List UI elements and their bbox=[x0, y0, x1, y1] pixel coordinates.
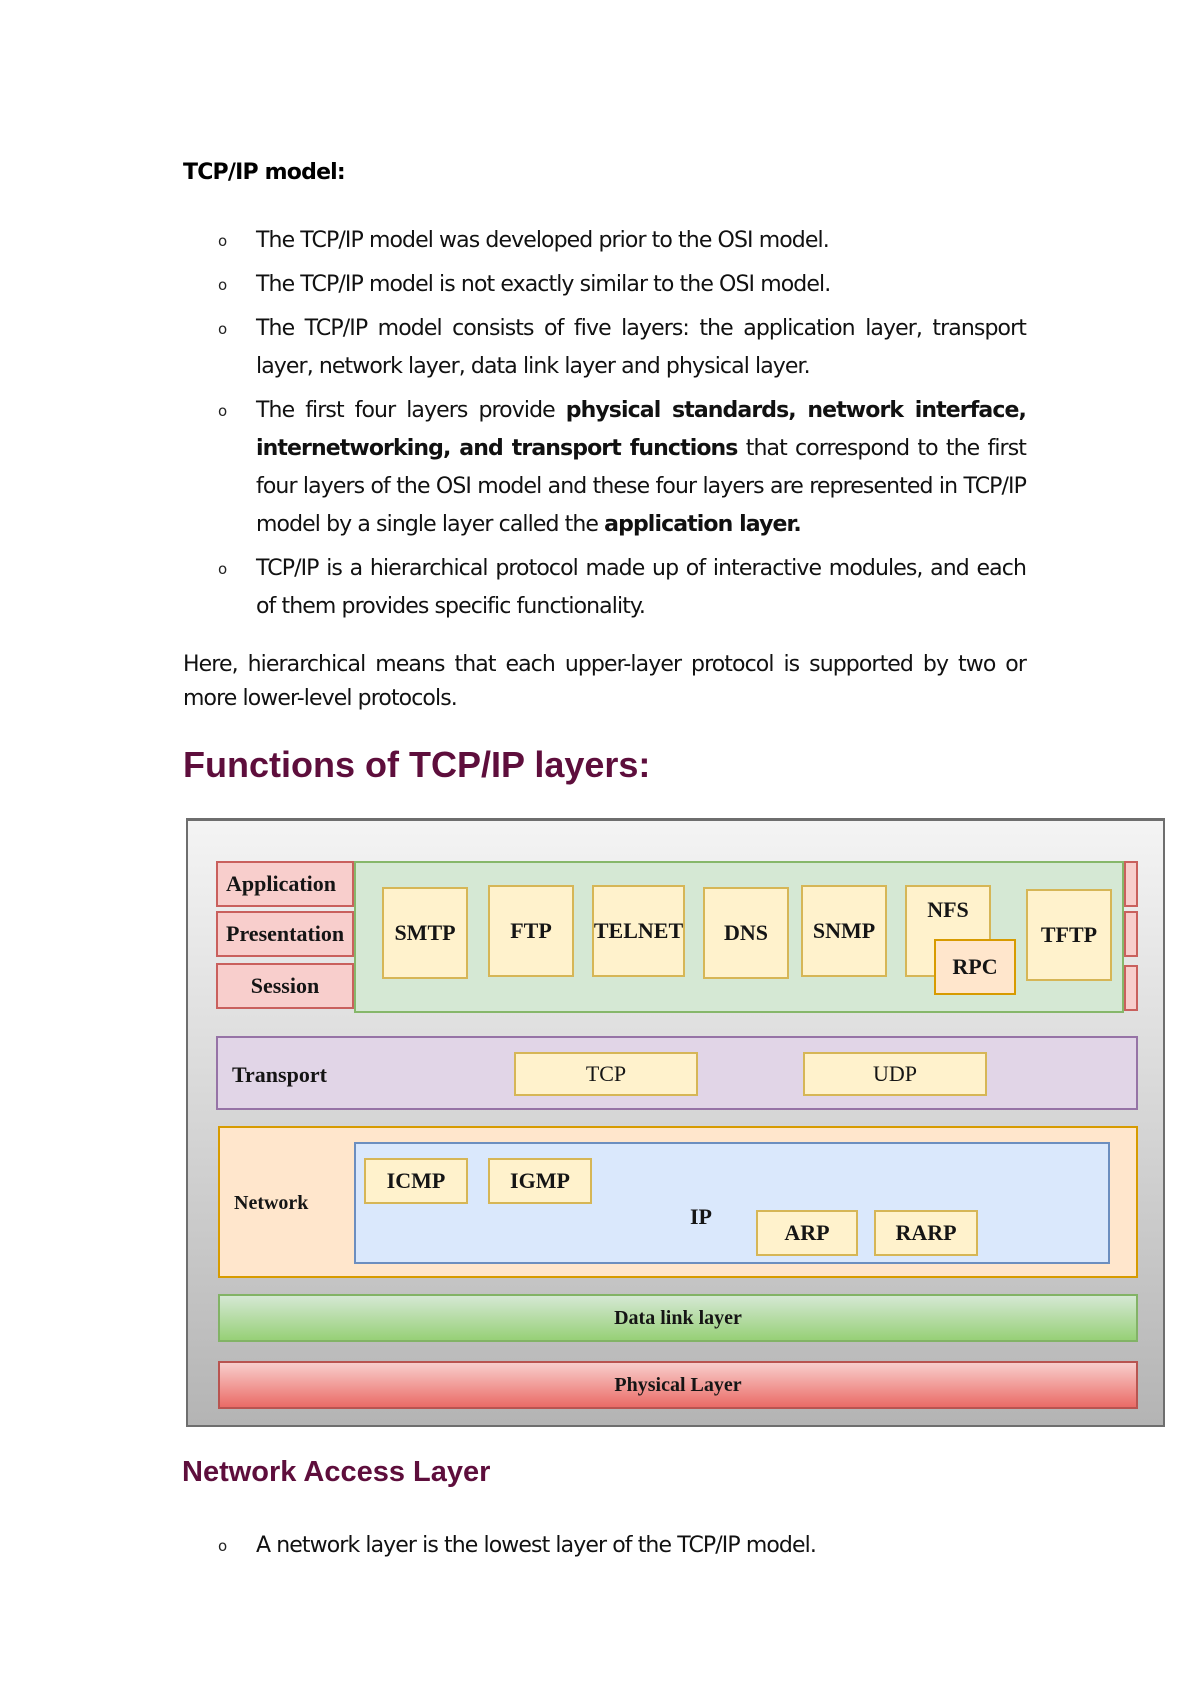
protocol-label: TELNET bbox=[593, 918, 684, 943]
protocol-udp: UDP bbox=[803, 1052, 987, 1096]
network-access-title: Network Access Layer bbox=[182, 1456, 491, 1488]
list-item: o TCP/IP is a hierarchical protocol made… bbox=[218, 550, 1027, 626]
protocol-label: ARP bbox=[784, 1220, 830, 1245]
side-tab bbox=[1124, 911, 1138, 957]
bullet-text-part: The first four layers provide bbox=[256, 398, 566, 423]
list-item: o The TCP/IP model is not exactly simila… bbox=[218, 266, 1026, 304]
transport-layer-panel: Transport TCP UDP bbox=[216, 1036, 1138, 1110]
ip-panel: ICMP IGMP IP ARP RARP bbox=[354, 1142, 1110, 1264]
protocol-label: RARP bbox=[895, 1220, 957, 1245]
protocol-label: SMTP bbox=[394, 920, 456, 945]
network-access-bullet-list: o A network layer is the lowest layer of… bbox=[218, 1527, 1026, 1565]
transport-label: Transport bbox=[232, 1062, 327, 1087]
protocol-label: FTP bbox=[510, 918, 552, 943]
bullet-bold-text: application layer. bbox=[604, 512, 802, 537]
section-heading: TCP/IP model: bbox=[183, 160, 346, 185]
protocol-icmp: ICMP bbox=[364, 1158, 468, 1204]
protocol-rpc: RPC bbox=[934, 939, 1016, 995]
protocol-label: DNS bbox=[723, 920, 768, 945]
protocol-snmp: SNMP bbox=[801, 885, 887, 977]
side-tab bbox=[1124, 861, 1138, 907]
network-layer-panel: Network ICMP IGMP IP ARP RARP bbox=[218, 1126, 1138, 1278]
osi-label-application: Application bbox=[216, 861, 354, 907]
protocol-smtp: SMTP bbox=[382, 887, 468, 979]
bullet-icon: o bbox=[218, 320, 227, 338]
protocol-label: TCP bbox=[585, 1061, 627, 1086]
bullet-text: The TCP/IP model consists of five layers… bbox=[256, 316, 1027, 379]
data-link-label: Data link layer bbox=[614, 1306, 742, 1329]
tcpip-layers-diagram: Application Presentation Session SMTP FT… bbox=[186, 818, 1165, 1427]
protocol-tcp: TCP bbox=[514, 1052, 698, 1096]
network-label: Network bbox=[234, 1192, 309, 1214]
protocol-label: IGMP bbox=[510, 1168, 570, 1193]
list-item: o The TCP/IP model was developed prior t… bbox=[218, 222, 1026, 260]
protocol-ftp: FTP bbox=[488, 885, 574, 977]
bullet-icon: o bbox=[218, 232, 227, 250]
tcpip-bullet-list: o The TCP/IP model was developed prior t… bbox=[218, 222, 1027, 626]
protocol-label: TFTP bbox=[1040, 922, 1098, 947]
ip-label: IP bbox=[690, 1204, 712, 1229]
osi-label-presentation: Presentation bbox=[216, 911, 354, 957]
protocol-label: UDP bbox=[872, 1061, 917, 1086]
osi-label-text: Presentation bbox=[226, 921, 345, 946]
bullet-icon: o bbox=[218, 276, 227, 294]
physical-label: Physical Layer bbox=[614, 1373, 742, 1396]
data-link-layer: Data link layer bbox=[218, 1294, 1138, 1342]
bullet-text: TCP/IP is a hierarchical protocol made u… bbox=[256, 556, 1027, 619]
functions-title: Functions of TCP/IP layers: bbox=[183, 744, 651, 785]
osi-label-session: Session bbox=[216, 963, 354, 1009]
osi-label-text: Application bbox=[226, 871, 337, 896]
list-item: o The TCP/IP model consists of five laye… bbox=[218, 310, 1027, 386]
bullet-icon: o bbox=[218, 560, 227, 578]
physical-layer: Physical Layer bbox=[218, 1361, 1138, 1409]
protocol-rarp: RARP bbox=[874, 1210, 978, 1256]
bullet-icon: o bbox=[218, 402, 227, 420]
list-item: o A network layer is the lowest layer of… bbox=[218, 1527, 1026, 1565]
protocol-arp: ARP bbox=[756, 1210, 858, 1256]
bullet-text: A network layer is the lowest layer of t… bbox=[256, 1533, 817, 1558]
bullet-icon: o bbox=[218, 1537, 227, 1555]
protocol-igmp: IGMP bbox=[488, 1158, 592, 1204]
osi-label-text: Session bbox=[250, 973, 320, 998]
hierarchy-paragraph: Here, hierarchical means that each upper… bbox=[183, 652, 1027, 711]
bullet-text: The TCP/IP model is not exactly similar … bbox=[256, 272, 831, 297]
list-item: o The first four layers provide physical… bbox=[218, 392, 1027, 544]
protocol-label: ICMP bbox=[386, 1168, 446, 1193]
protocol-telnet: TELNET bbox=[592, 885, 685, 977]
protocol-dns: DNS bbox=[703, 887, 789, 979]
bullet-text: The TCP/IP model was developed prior to … bbox=[256, 228, 830, 253]
protocol-label: NFS bbox=[927, 897, 969, 922]
side-tab bbox=[1124, 965, 1138, 1011]
protocol-tftp: TFTP bbox=[1026, 889, 1112, 981]
protocol-label: RPC bbox=[952, 954, 998, 979]
protocol-label: SNMP bbox=[812, 918, 876, 943]
